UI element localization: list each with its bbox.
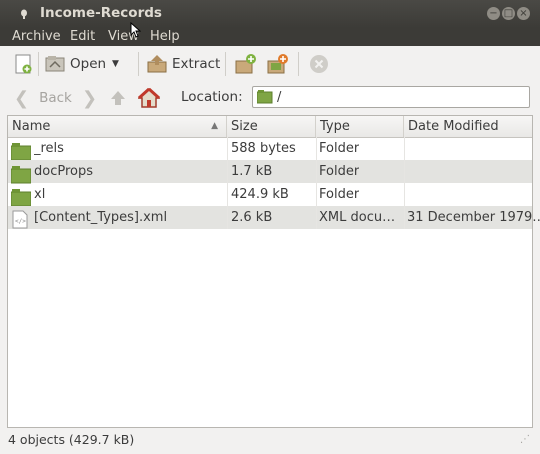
column-header-name[interactable]: Name ▲: [8, 116, 227, 137]
file-size: 1.7 kB: [231, 164, 273, 179]
sort-ascending-icon: ▲: [211, 121, 218, 131]
file-name: [Content_Types].xml: [34, 210, 168, 225]
back-button[interactable]: ❮ Back: [14, 85, 72, 111]
column-divider: [404, 137, 405, 229]
resize-grip-icon[interactable]: ⋰: [520, 430, 530, 450]
stop-icon: [310, 55, 328, 73]
add-folder-button[interactable]: [266, 51, 290, 77]
svg-text:</>: </>: [15, 218, 26, 225]
location-label: Location:: [181, 89, 243, 105]
add-files-button[interactable]: [234, 51, 258, 77]
home-button[interactable]: [138, 85, 160, 111]
column-header-name-label: Name: [12, 119, 51, 134]
file-name: docProps: [34, 164, 94, 179]
home-icon: [138, 87, 160, 108]
file-name: xl: [34, 187, 46, 202]
up-button[interactable]: [108, 85, 128, 111]
app-icon: [21, 9, 27, 19]
new-archive-icon: [15, 54, 32, 74]
dropdown-arrow-icon: ▼: [112, 59, 119, 69]
minimize-button[interactable]: −: [487, 7, 500, 20]
open-dropdown-button[interactable]: ▼: [112, 51, 119, 77]
file-row[interactable]: xl 424.9 kB Folder: [8, 183, 532, 207]
forward-button[interactable]: ❯: [82, 85, 97, 111]
column-header-size-label: Size: [231, 119, 258, 134]
close-window-button[interactable]: ×: [517, 7, 530, 20]
open-archive-icon: [45, 56, 65, 72]
extract-icon: [147, 55, 167, 73]
back-label: Back: [39, 90, 72, 106]
file-date: 31 December 1979…: [407, 210, 540, 225]
file-type: XML docu…: [319, 210, 396, 225]
file-size: 2.6 kB: [231, 210, 273, 225]
column-header-date-label: Date Modified: [408, 119, 499, 134]
stop-button[interactable]: [308, 51, 330, 77]
list-header: Name ▲ Size Type Date Modified: [8, 116, 532, 138]
file-row[interactable]: docProps 1.7 kB Folder: [8, 160, 532, 184]
column-header-date[interactable]: Date Modified: [404, 116, 532, 137]
window-title: Income-Records: [40, 5, 162, 21]
column-divider: [316, 137, 317, 229]
maximize-button[interactable]: □: [502, 7, 515, 20]
add-folder-icon: [267, 54, 288, 74]
new-archive-button[interactable]: [12, 51, 34, 77]
menu-bar: Archive Edit View Help: [0, 28, 540, 46]
open-label: Open: [70, 56, 107, 72]
file-type: Folder: [319, 141, 360, 156]
folder-icon: [257, 90, 273, 104]
toolbar-separator: [298, 52, 299, 76]
column-header-type-label: Type: [320, 119, 350, 134]
title-bar[interactable]: Income-Records − □ ×: [0, 0, 540, 28]
status-bar: 4 objects (429.7 kB) ⋰: [0, 430, 540, 454]
file-name: _rels: [34, 141, 64, 156]
file-size: 588 bytes: [231, 141, 296, 156]
archive-manager-window: Income-Records − □ × Archive Edit View H…: [0, 0, 540, 454]
toolbar-separator: [38, 52, 39, 76]
file-row[interactable]: </> [Content_Types].xml 2.6 kB XML docu……: [8, 206, 540, 229]
extract-label: Extract: [172, 56, 221, 72]
toolbar: Open ▼ Extract: [0, 46, 540, 82]
file-row[interactable]: _rels 588 bytes Folder: [8, 137, 532, 161]
mouse-cursor-icon: [130, 22, 141, 38]
status-text: 4 objects (429.7 kB): [8, 432, 135, 447]
file-type: Folder: [319, 164, 360, 179]
toolbar-separator: [225, 52, 226, 76]
column-header-type[interactable]: Type: [316, 116, 404, 137]
menu-edit[interactable]: Edit: [70, 28, 95, 46]
file-list[interactable]: Name ▲ Size Type Date Modified _rels 588…: [7, 115, 540, 428]
location-field[interactable]: /: [252, 86, 530, 108]
column-divider: [227, 137, 228, 229]
open-button[interactable]: Open: [44, 51, 106, 77]
xml-file-icon: </>: [12, 210, 28, 229]
file-size: 424.9 kB: [231, 187, 289, 202]
up-arrow-icon: [111, 91, 125, 105]
file-type: Folder: [319, 187, 360, 202]
forward-arrow-icon: ❯: [82, 87, 98, 109]
location-value: /: [277, 89, 282, 105]
back-arrow-icon: ❮: [14, 87, 30, 109]
menu-archive[interactable]: Archive: [12, 28, 61, 46]
add-files-icon: [235, 54, 256, 74]
extract-button[interactable]: Extract: [146, 51, 220, 77]
column-header-size[interactable]: Size: [227, 116, 316, 137]
toolbar-separator: [138, 52, 139, 76]
menu-help[interactable]: Help: [150, 28, 180, 46]
